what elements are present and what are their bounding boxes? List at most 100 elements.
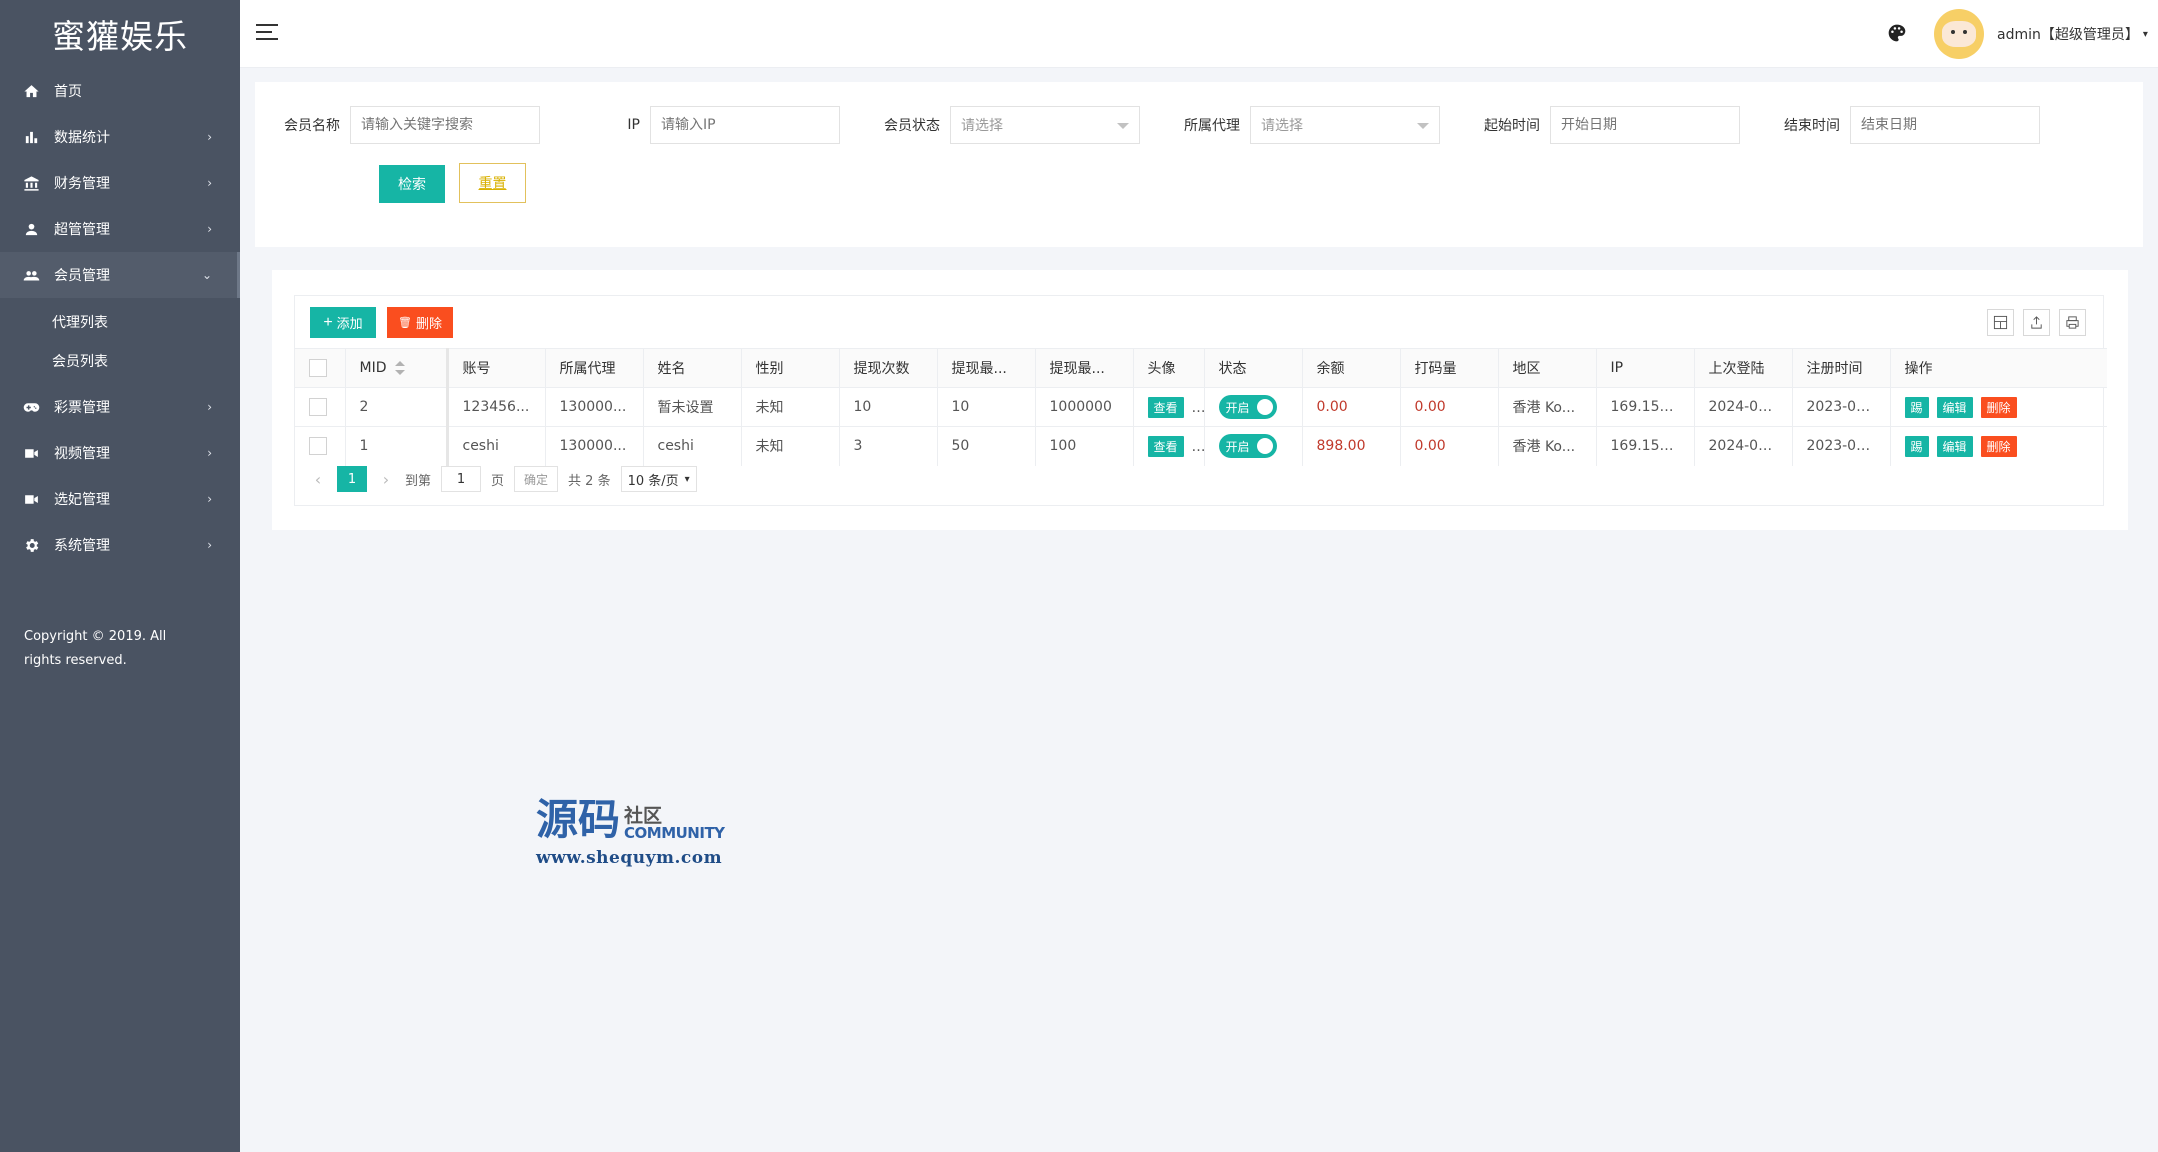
- prev-page-icon[interactable]: ‹: [309, 470, 327, 489]
- cell-withdraw-count: 10: [839, 387, 938, 427]
- page-jump-input[interactable]: [441, 466, 482, 492]
- next-page-icon[interactable]: ›: [377, 470, 395, 489]
- sidebar-item-system[interactable]: 系统管理 ›: [0, 522, 240, 568]
- avatar[interactable]: [1934, 9, 1984, 59]
- sidebar-item-video[interactable]: 视频管理 ›: [0, 430, 240, 476]
- member-name-input[interactable]: [350, 106, 540, 144]
- row-checkbox[interactable]: [309, 437, 327, 456]
- start-date-input[interactable]: [1550, 106, 1740, 144]
- sidebar-item-label: 系统管理: [54, 538, 110, 554]
- trash-icon: 🗑: [398, 317, 412, 329]
- sidebar-menu: 首页 数据统计 › 财务管理 › 超管管理 › 会员管理 ⌄: [0, 68, 240, 298]
- start-date-field: 起始时间: [1455, 106, 1740, 144]
- chevron-right-icon: ›: [207, 130, 212, 144]
- current-page[interactable]: 1: [337, 466, 367, 492]
- cell-gender: 未知: [741, 387, 840, 427]
- kick-button[interactable]: 踢: [1904, 435, 1929, 457]
- search-panel: 会员名称 IP 会员状态 请选择 所属代理 请选择 起始时间 结束时间 检索 重…: [255, 82, 2143, 247]
- status-toggle[interactable]: 开启: [1218, 434, 1277, 459]
- bank-icon: [22, 174, 40, 192]
- page-unit-label: 页: [491, 473, 505, 489]
- brand-logo: 蜜獾娱乐: [52, 17, 188, 56]
- sidebar-item-members[interactable]: 会员管理 ⌄: [0, 252, 240, 298]
- ip-input[interactable]: [650, 106, 840, 144]
- sidebar-item-stats[interactable]: 数据统计 ›: [0, 114, 240, 160]
- cell-ip: 169.150...: [1596, 387, 1695, 427]
- col-register-time: 注册时间: [1792, 348, 1891, 388]
- row-delete-button[interactable]: 删除: [1980, 435, 2017, 457]
- page-size-select[interactable]: 10 条/页 ▾: [620, 466, 697, 492]
- member-name-label: 会员名称: [284, 118, 340, 134]
- col-withdraw-count: 提现次数: [839, 348, 938, 388]
- sort-icon[interactable]: [394, 361, 405, 375]
- kick-button[interactable]: 踢: [1904, 396, 1929, 418]
- sidebar-item-home[interactable]: 首页: [0, 68, 240, 114]
- sidebar-item-admin[interactable]: 超管管理 ›: [0, 206, 240, 252]
- user-menu[interactable]: admin【超级管理员】 ▾: [1997, 24, 2148, 44]
- cell-name: ceshi: [643, 426, 742, 466]
- col-account: 账号: [447, 348, 546, 388]
- row-delete-button[interactable]: 删除: [1980, 396, 2017, 418]
- chevron-right-icon: ›: [207, 538, 212, 552]
- user-name-label: admin【超级管理员】: [1997, 27, 2139, 43]
- export-icon[interactable]: [2023, 309, 2050, 336]
- agent-field: 所属代理 请选择: [1155, 106, 1440, 144]
- menu-toggle-icon[interactable]: [256, 24, 278, 42]
- start-date-label: 起始时间: [1484, 118, 1540, 134]
- submenu-item-members[interactable]: 会员列表: [0, 341, 240, 380]
- cell-balance: 0.00: [1302, 387, 1401, 427]
- cell-gender: 未知: [741, 426, 840, 466]
- sidebar-item-finance[interactable]: 财务管理 ›: [0, 160, 240, 206]
- cell-account: ceshi: [447, 426, 546, 466]
- delete-button[interactable]: 🗑 删除: [387, 307, 453, 338]
- submenu-item-agents[interactable]: 代理列表: [0, 302, 240, 341]
- top-header: admin【超级管理员】 ▾: [240, 0, 2158, 68]
- sidebar-item-label: 选妃管理: [54, 492, 110, 508]
- member-table: MID 账号 所属代理 姓名 性别 提现次数 提现最... 提现最... 头像 …: [295, 348, 2107, 466]
- col-withdraw-max: 提现最...: [1035, 348, 1134, 388]
- sidebar-item-label: 首页: [54, 84, 82, 100]
- col-actions: 操作: [1890, 348, 2107, 388]
- col-last-login: 上次登陆: [1694, 348, 1793, 388]
- status-toggle[interactable]: 开启: [1218, 395, 1277, 419]
- cell-register-time: 2023-06...: [1792, 387, 1891, 427]
- page-confirm-button[interactable]: 确定: [514, 466, 559, 492]
- cell-withdraw-max: 1000000: [1035, 387, 1134, 427]
- member-status-label: 会员状态: [884, 118, 940, 134]
- agent-select[interactable]: 请选择: [1250, 106, 1440, 144]
- copyright-text: Copyright © 2019. All rights reserved.: [24, 629, 167, 668]
- cell-balance: 898.00: [1302, 426, 1401, 466]
- chevron-down-icon: ▾: [684, 473, 690, 485]
- cell-register-time: 2023-06...: [1792, 426, 1891, 466]
- edit-button[interactable]: 编辑: [1936, 396, 1973, 418]
- columns-filter-icon[interactable]: [1987, 309, 2014, 336]
- chevron-right-icon: ›: [207, 400, 212, 414]
- chevron-down-icon: ⌄: [201, 268, 212, 282]
- cell-withdraw-min: 10: [937, 387, 1036, 427]
- pagination: ‹ 1 › 到第 页 确定 共 2 条 10 条/页▾: [309, 464, 697, 494]
- view-avatar-button[interactable]: 查看: [1147, 435, 1184, 457]
- sidebar-menu-lower: 彩票管理 › 视频管理 › 选妃管理 › 系统管理 ›: [0, 384, 240, 568]
- select-all-checkbox[interactable]: [309, 359, 327, 377]
- row-checkbox[interactable]: [309, 398, 327, 416]
- reset-button[interactable]: 重置: [459, 163, 526, 203]
- view-avatar-button[interactable]: 查看: [1147, 396, 1184, 418]
- end-date-input[interactable]: [1850, 106, 2040, 144]
- member-status-select[interactable]: 请选择: [950, 106, 1140, 144]
- edit-button[interactable]: 编辑: [1936, 435, 1973, 457]
- cell-account: 123456...: [447, 387, 546, 427]
- sidebar-item-label: 彩票管理: [54, 400, 110, 416]
- col-name: 姓名: [643, 348, 742, 388]
- table-row: 2 123456... 130000... 暂未设置 未知 10 10 1000…: [295, 387, 2107, 427]
- member-status-field: 会员状态 请选择: [855, 106, 1140, 144]
- print-icon[interactable]: [2059, 309, 2086, 336]
- sidebar-item-label: 财务管理: [54, 176, 110, 192]
- col-mid[interactable]: MID: [345, 348, 449, 388]
- sidebar-item-select[interactable]: 选妃管理 ›: [0, 476, 240, 522]
- cell-bet-amount: 0.00: [1400, 426, 1499, 466]
- search-button[interactable]: 检索: [379, 165, 445, 203]
- palette-icon[interactable]: [1887, 23, 1907, 43]
- col-ip: IP: [1596, 348, 1695, 388]
- sidebar-item-lottery[interactable]: 彩票管理 ›: [0, 384, 240, 430]
- add-button[interactable]: + 添加: [310, 307, 376, 338]
